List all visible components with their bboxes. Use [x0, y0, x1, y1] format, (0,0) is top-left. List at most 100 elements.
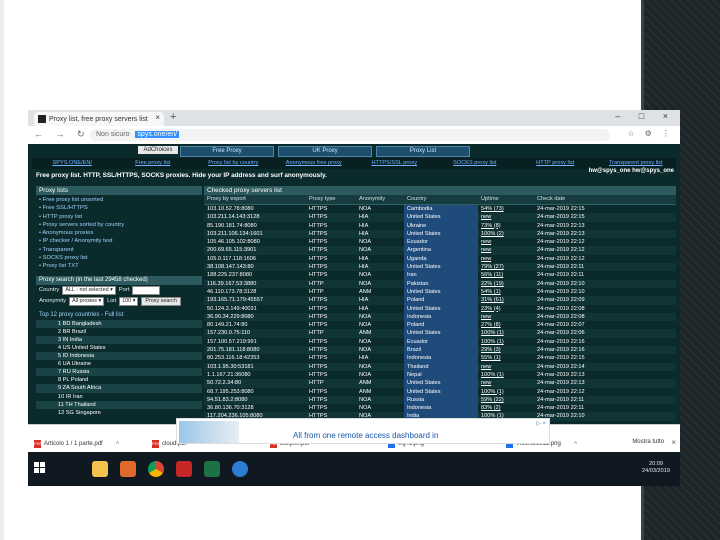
country-cell[interactable]: Ecuador — [404, 238, 478, 247]
country-cell[interactable]: Ukraine — [404, 221, 478, 230]
country-cell[interactable]: Cambodia — [404, 205, 478, 214]
uptime-cell[interactable]: 100% (1) — [478, 329, 534, 337]
country-cell[interactable]: United States — [404, 229, 478, 239]
ad-choices-button[interactable]: AdChoices — [138, 146, 178, 154]
uptime-cell[interactable]: new — [478, 313, 534, 321]
tab-uk-proxy[interactable]: UK Proxy — [278, 146, 372, 157]
proxy-address-cell[interactable]: 157.230.0.75:110 — [204, 329, 306, 337]
edge-icon[interactable] — [232, 461, 248, 477]
country-cell[interactable]: Argentina — [404, 246, 478, 255]
proxy-address-cell[interactable]: 1.1.167.21:36080 — [204, 371, 306, 379]
proxy-list-link[interactable]: • SOCKS proxy list — [36, 254, 202, 262]
proxy-address-cell[interactable]: 188.225.237:8080 — [204, 271, 306, 279]
country-cell[interactable]: United States — [404, 329, 478, 338]
proxy-address-cell[interactable]: 103.211.14.143:3128 — [204, 213, 306, 221]
proxy-address-cell[interactable]: 68.7.195.253:8080 — [204, 388, 306, 396]
browser-tool-icons[interactable]: ☆ ⚙ ⋮ — [627, 129, 674, 138]
proxy-address-cell[interactable]: 193.165.71.179:45557 — [204, 296, 306, 304]
uptime-cell[interactable]: 100% (2) — [478, 230, 534, 238]
show-all-downloads-button[interactable]: Mostra tutto — [632, 439, 664, 445]
proxy-search-button[interactable]: Proxy search — [141, 296, 181, 306]
menu-item[interactable]: SOCKS proxy list — [435, 158, 516, 169]
proxy-list-link[interactable]: • IP checker / Anonymity test — [36, 237, 202, 245]
country-link[interactable]: 1 BD Bangladesh — [36, 319, 202, 328]
chevron-up-icon[interactable]: ˄ — [116, 441, 120, 447]
country-cell[interactable]: Poland — [404, 321, 478, 330]
proxy-address-cell[interactable]: 36.90.34.229:8080 — [204, 313, 306, 321]
menu-item[interactable]: HTTP proxy list — [515, 158, 596, 169]
country-cell[interactable]: United States — [404, 387, 478, 396]
start-button-icon[interactable] — [34, 462, 46, 474]
country-link[interactable]: 6 UA Ukraine — [36, 360, 202, 368]
menu-item[interactable]: Anonymous free proxy — [274, 158, 355, 169]
menu-item[interactable]: HTTPS/SSL proxy — [354, 158, 435, 169]
ad-close-icon[interactable]: ▷ × — [536, 420, 546, 427]
country-link[interactable]: 8 PL Poland — [36, 376, 202, 384]
uptime-cell[interactable]: 100% (1) — [478, 338, 534, 346]
proxy-address-cell[interactable]: 36.80.136.70:3128 — [204, 404, 306, 412]
tab-proxy-list[interactable]: Proxy List — [376, 146, 470, 157]
proxy-list-link[interactable]: • Transparent — [36, 246, 202, 254]
uptime-cell[interactable]: 73% (8) — [478, 222, 534, 230]
close-downloads-icon[interactable]: × — [671, 438, 676, 447]
country-cell[interactable]: United States — [404, 213, 478, 222]
country-cell[interactable]: Brazil — [404, 346, 478, 355]
download-item[interactable]: PDF Articolo 1 / 1 parte.pdf ˄ — [34, 439, 119, 449]
country-cell[interactable]: Nepal — [404, 370, 478, 380]
uptime-cell[interactable]: 27% (8) — [478, 321, 534, 329]
country-cell[interactable]: Thailand — [404, 362, 478, 371]
close-tab-icon[interactable]: × — [155, 113, 160, 122]
proxy-list-link[interactable]: • Proxy servers sorted by country — [36, 221, 202, 229]
proxy-list-link[interactable]: • Free SSL/HTTPS — [36, 204, 202, 212]
country-link[interactable]: 5 ID Indonesia — [36, 352, 202, 361]
window-controls[interactable]: – □ × — [615, 111, 676, 121]
country-select[interactable]: ALL - not selected ▾ — [62, 285, 116, 295]
proxy-address-cell[interactable]: 80.253.116.18:42353 — [204, 354, 306, 362]
proxy-address-cell[interactable]: 105.0.117.118:1606 — [204, 255, 306, 263]
country-link[interactable]: 12 SG Singapore — [36, 409, 202, 417]
browser-tab[interactable]: Proxy list, free proxy servers list × — [34, 112, 164, 126]
proxy-address-cell[interactable]: 200.69.65.115:3901 — [204, 246, 306, 254]
acrobat-icon[interactable] — [176, 461, 192, 477]
menu-item[interactable]: Free proxy list — [113, 158, 194, 169]
proxy-address-cell[interactable]: 94.51.83.2:8080 — [204, 396, 306, 404]
uptime-cell[interactable]: new — [478, 255, 534, 263]
country-link[interactable]: 9 ZA South Africa — [36, 384, 202, 393]
country-cell[interactable]: Indonesia — [404, 404, 478, 413]
uptime-cell[interactable]: new — [478, 213, 534, 221]
country-cell[interactable]: Uganda — [404, 254, 478, 264]
url-field[interactable]: Non sicuro spys.one/en/ — [90, 129, 610, 141]
country-cell[interactable]: Indonesia — [404, 312, 478, 322]
proxy-address-cell[interactable]: 80.149.21.74:80 — [204, 321, 306, 329]
top-countries-heading[interactable]: Top 12 proxy countries - Full list — [36, 311, 202, 320]
country-cell[interactable]: Ecuador — [404, 337, 478, 347]
proxy-address-cell[interactable]: 105.46.105.102:8080 — [204, 238, 306, 246]
menu-item[interactable]: SPYS.ONE/EN/ — [32, 158, 113, 169]
proxy-address-cell[interactable]: 46.110.173.78:3128 — [204, 288, 306, 296]
proxy-address-cell[interactable]: 103.211.106.134:1601 — [204, 230, 306, 238]
country-link[interactable]: 10 IR Iran — [36, 393, 202, 401]
port-input[interactable] — [132, 285, 161, 295]
proxy-address-cell[interactable]: 50.72.2.34:80 — [204, 379, 306, 387]
country-cell[interactable]: Indonesia — [404, 354, 478, 363]
proxy-list-link[interactable]: • Proxy list TXT — [36, 262, 202, 270]
proxy-list-link[interactable]: • Anonymous proxies — [36, 229, 202, 237]
country-cell[interactable]: Russia — [404, 395, 478, 405]
list-size-select[interactable]: 100 ▾ — [119, 296, 139, 306]
chrome-icon[interactable] — [148, 461, 164, 477]
country-cell[interactable]: United States — [404, 379, 478, 388]
anonymity-select[interactable]: All proxies ▾ — [69, 296, 105, 306]
uptime-cell[interactable]: 83% (2) — [478, 404, 534, 412]
uptime-cell[interactable]: 29% (3) — [478, 346, 534, 354]
uptime-cell[interactable]: new — [478, 238, 534, 246]
country-link[interactable]: 2 BR Brazil — [36, 328, 202, 336]
country-cell[interactable]: Poland — [404, 296, 478, 305]
country-cell[interactable]: United States — [404, 287, 478, 297]
system-clock[interactable]: 20:09 24/03/2019 — [642, 461, 670, 475]
uptime-cell[interactable]: 31% (61) — [478, 296, 534, 304]
file-explorer-icon[interactable] — [92, 461, 108, 477]
proxy-address-cell[interactable]: 103.1.95.30:53181 — [204, 363, 306, 371]
ad-banner[interactable]: All from one remote access dashboard in … — [176, 418, 550, 444]
contact-email[interactable]: hw@spys_one hw@spys_one — [589, 168, 674, 174]
uptime-cell[interactable]: 100% (1) — [478, 388, 534, 396]
